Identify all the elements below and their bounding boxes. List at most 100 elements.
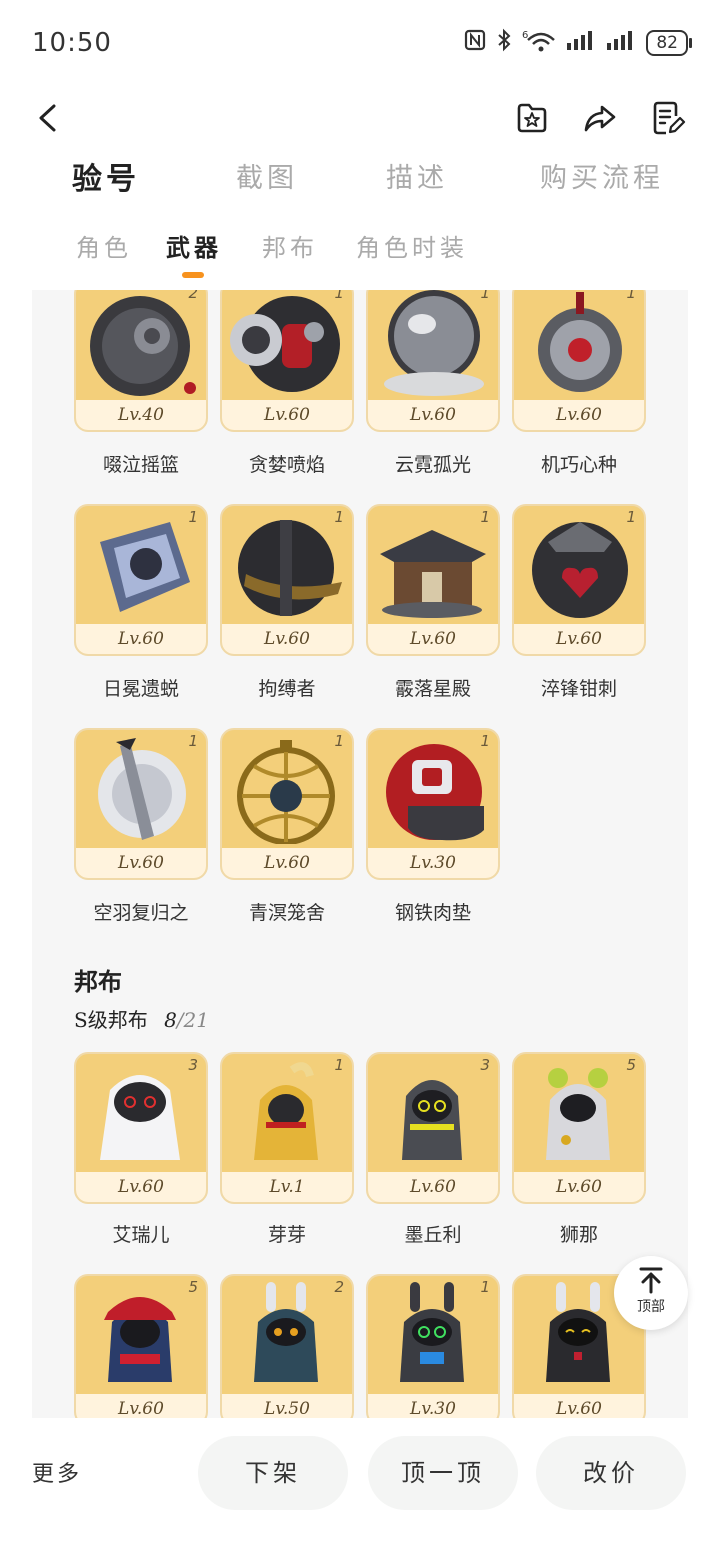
bangboo-card[interactable]: 1 Lv.30 [366,1274,500,1418]
bangboo-card[interactable]: 3 Lv.60 [74,1052,208,1204]
weapon-name: 机巧心种 [540,454,617,476]
weapon-image [518,512,640,620]
bluetooth-icon [496,28,512,57]
bangboo-image [226,1282,348,1390]
bangboo-image [372,1282,494,1390]
level-label: Lv.30 [368,848,498,878]
bottom-action-bar: 更多 下架 顶一顶 改价 [0,1420,720,1549]
content-panel[interactable]: 2 Lv.40 啜泣摇篮 1 Lv.60 贪婪喷焰 1 Lv.60 云霓孤光 1… [32,290,688,1418]
bangboo-image [226,1060,348,1168]
app-bar [0,92,720,144]
bangboo-card[interactable]: 5 Lv.60 [512,1052,646,1204]
weapon-name: 日冕遗蜕 [102,678,179,700]
owned-count: 8 [164,1008,177,1032]
active-tab-indicator [182,272,204,278]
status-bar: 10:50 6 82 [0,0,720,88]
nfc-icon [464,29,486,56]
weapon-card[interactable]: 1 Lv.60 [220,504,354,656]
main-tabs: 验号 截图 描述 购买流程 [0,150,720,206]
bangboo-card[interactable]: 2 Lv.50 [220,1274,354,1418]
bangboo-image [80,1282,202,1390]
weapon-image [226,736,348,845]
weapon-name: 钢铁肉垫 [394,902,471,924]
weapon-card[interactable]: 1 Lv.60 [512,504,646,656]
bangboo-name: 艾瑞儿 [112,1224,170,1246]
arrow-up-icon [639,1267,663,1294]
tab-purchase-flow[interactable]: 购买流程 [540,156,664,195]
level-label: Lv.60 [514,1394,644,1418]
weapon-name: 贪婪喷焰 [248,454,325,476]
level-label: Lv.40 [76,400,206,430]
status-icons: 6 82 [464,28,692,57]
level-label: Lv.30 [368,1394,498,1418]
weapon-image [372,290,494,396]
section-subtitle-bangboo: S级邦布 8/21 [74,1008,209,1032]
weapon-card[interactable]: 1 Lv.60 [74,728,208,880]
bangboo-card[interactable]: 3 Lv.60 [366,1052,500,1204]
weapon-name: 淬锋钳刺 [540,678,617,700]
tab-outfits[interactable]: 角色时装 [356,228,468,263]
weapon-image [226,290,348,396]
battery-indicator: 82 [646,29,692,56]
level-label: Lv.60 [222,400,352,430]
level-label: Lv.60 [368,400,498,430]
section-title-bangboo: 邦布 [74,967,122,996]
weapon-name: 青溟笼舍 [248,902,325,924]
bump-button[interactable]: 顶一顶 [368,1436,518,1510]
bangboo-name: 狮那 [559,1224,598,1246]
tab-screenshots[interactable]: 截图 [236,156,298,195]
wifi-icon: 6 [522,28,556,57]
bangboo-card[interactable]: 5 Lv.60 [74,1274,208,1418]
weapon-card[interactable]: 1 Lv.60 [74,504,208,656]
weapon-card[interactable]: 1 Lv.60 [366,290,500,432]
level-label: Lv.60 [514,400,644,430]
bangboo-image [518,1060,640,1168]
tab-bangboo[interactable]: 邦布 [262,228,318,263]
bangboo-image [80,1060,202,1168]
favorite-folder-icon[interactable] [512,98,552,138]
weapon-card[interactable]: 1 Lv.60 [512,290,646,432]
back-to-top-button[interactable]: 顶部 [614,1256,688,1330]
more-button[interactable]: 更多 [32,1456,82,1488]
weapon-card[interactable]: 1 Lv.60 [220,290,354,432]
weapon-card[interactable]: 1 Lv.30 [366,728,500,880]
bangboo-image [372,1060,494,1168]
level-label: Lv.60 [368,624,498,654]
weapon-card[interactable]: 2 Lv.40 [74,290,208,432]
weapon-name: 啜泣摇篮 [102,454,179,476]
level-label: Lv.60 [222,624,352,654]
level-label: Lv.60 [514,1172,644,1202]
weapon-name: 空羽复归之 [93,902,189,924]
delist-button[interactable]: 下架 [198,1436,348,1510]
total-count: /21 [176,1008,209,1032]
level-label: Lv.60 [514,624,644,654]
signal-icon [566,29,596,56]
weapon-card[interactable]: 1 Lv.60 [220,728,354,880]
back-icon[interactable] [28,98,68,138]
weapon-name: 拘缚者 [258,678,316,700]
level-label: Lv.60 [76,624,206,654]
back-to-top-label: 顶部 [637,1299,665,1315]
tab-description[interactable]: 描述 [386,156,448,195]
weapon-name: 霰落星殿 [394,678,471,700]
share-icon[interactable] [580,98,620,138]
level-label: Lv.60 [76,1172,206,1202]
weapon-image [226,512,348,620]
status-time: 10:50 [32,28,112,58]
level-label: Lv.50 [222,1394,352,1418]
tab-characters[interactable]: 角色 [76,228,132,263]
tab-weapons[interactable]: 武器 [166,228,222,263]
edit-note-icon[interactable] [648,98,688,138]
reprice-button[interactable]: 改价 [536,1436,686,1510]
signal-icon-2 [606,29,636,56]
level-label: Lv.60 [76,848,206,878]
bangboo-card[interactable]: 1 Lv.1 [220,1052,354,1204]
tab-verify[interactable]: 验号 [72,154,140,198]
level-label: Lv.60 [222,848,352,878]
weapon-name: 云霓孤光 [394,454,471,476]
level-label: Lv.60 [76,1394,206,1418]
weapon-image [372,512,494,620]
bangboo-name: 芽芽 [267,1224,306,1246]
weapon-card[interactable]: 1 Lv.60 [366,504,500,656]
level-label: Lv.1 [222,1172,352,1202]
